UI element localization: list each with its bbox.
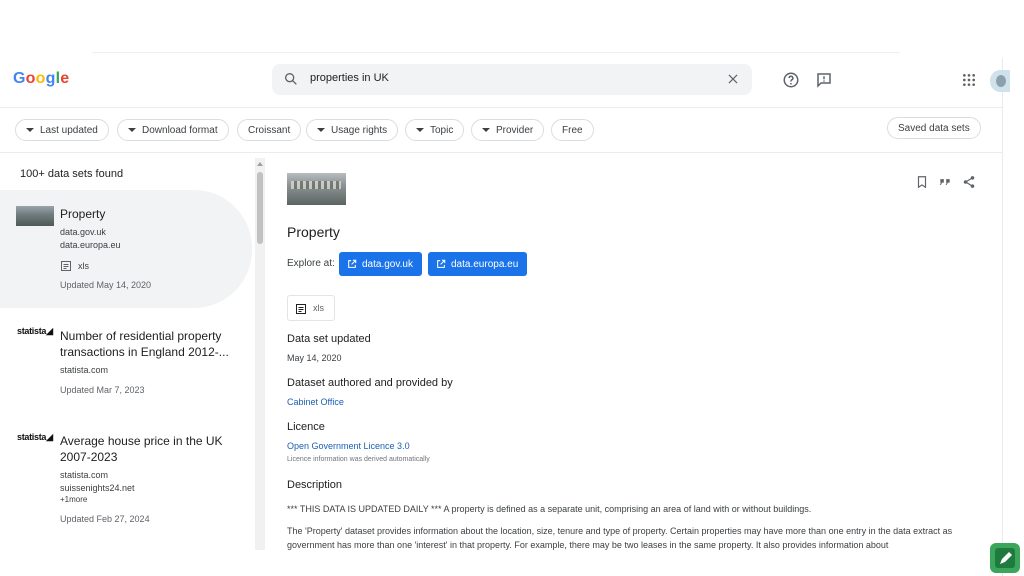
document-icon bbox=[61, 261, 71, 271]
filter-provider[interactable]: Provider bbox=[471, 119, 545, 141]
avatar[interactable] bbox=[990, 70, 1010, 92]
scroll-up-arrow[interactable] bbox=[257, 162, 263, 166]
filter-croissant[interactable]: Croissant bbox=[237, 119, 302, 141]
result-source: statista.com bbox=[60, 470, 109, 480]
filter-free[interactable]: Free bbox=[551, 119, 594, 141]
search-icon[interactable] bbox=[283, 71, 299, 87]
header: Google properties in UK bbox=[0, 58, 1010, 108]
chevron-down-icon bbox=[26, 128, 34, 132]
chevron-down-icon bbox=[128, 128, 136, 132]
dataset-image bbox=[287, 173, 346, 205]
result-source: statista.com bbox=[60, 365, 109, 375]
google-logo[interactable]: Google bbox=[13, 70, 69, 88]
result-source: data.gov.uk bbox=[60, 227, 106, 237]
licence-heading: Licence bbox=[287, 421, 325, 433]
result-updated: Updated Feb 27, 2024 bbox=[60, 514, 150, 524]
chip-label: Provider bbox=[496, 124, 534, 136]
statista-logo: statista◢ bbox=[17, 432, 53, 442]
dataset-title: Property bbox=[287, 224, 340, 240]
format-chip: xls bbox=[287, 295, 335, 321]
logo-letter: o bbox=[25, 70, 36, 87]
bookmark-icon[interactable] bbox=[915, 175, 929, 189]
chip-label: Download format bbox=[142, 124, 218, 136]
chevron-down-icon bbox=[482, 128, 490, 132]
explore-label: Explore at: bbox=[287, 258, 335, 269]
chip-label: Free bbox=[562, 124, 583, 136]
description-heading: Description bbox=[287, 479, 343, 491]
cite-icon[interactable] bbox=[938, 175, 952, 189]
result-item[interactable]: statista◢ Number of residential property… bbox=[0, 320, 252, 410]
result-item[interactable]: Property data.gov.uk data.europa.eu xls … bbox=[0, 190, 252, 308]
result-source: data.europa.eu bbox=[60, 240, 121, 250]
chip-label: Croissant bbox=[248, 124, 291, 136]
filter-last-updated[interactable]: Last updated bbox=[15, 119, 109, 141]
filter-topic[interactable]: Topic bbox=[405, 119, 465, 141]
brand-name: statista bbox=[17, 432, 47, 442]
result-title[interactable]: Property bbox=[60, 206, 238, 222]
logo-letter: g bbox=[45, 70, 56, 87]
external-link-icon bbox=[348, 259, 357, 268]
chip-label: Topic bbox=[430, 124, 454, 136]
result-title[interactable]: Average house price in the UK 2007-2023 bbox=[60, 433, 238, 465]
author-link[interactable]: Cabinet Office bbox=[287, 397, 344, 407]
top-divider bbox=[92, 52, 900, 53]
result-item[interactable]: statista◢ Average house price in the UK … bbox=[0, 426, 252, 536]
statista-logo: statista◢ bbox=[17, 326, 53, 336]
share-icon[interactable] bbox=[962, 175, 976, 189]
scrollbar-thumb[interactable] bbox=[257, 172, 263, 244]
dataset-thumbnail bbox=[16, 206, 54, 226]
button-label: data.gov.uk bbox=[362, 258, 413, 270]
logo-letter: e bbox=[60, 70, 70, 87]
results-count: 100+ data sets found bbox=[20, 168, 124, 180]
logo-letter: G bbox=[13, 70, 26, 87]
brand-name: statista bbox=[17, 326, 47, 336]
author-heading: Dataset authored and provided by bbox=[287, 377, 453, 389]
help-icon[interactable] bbox=[782, 71, 800, 89]
result-title[interactable]: Number of residential property transacti… bbox=[60, 328, 238, 360]
button-label: data.europa.eu bbox=[451, 258, 519, 270]
extension-icon[interactable] bbox=[990, 543, 1020, 573]
chip-label: Last updated bbox=[40, 124, 98, 136]
filter-bar: Last updated Download format Croissant U… bbox=[0, 108, 1003, 153]
feedback-icon[interactable] bbox=[815, 71, 833, 89]
description-paragraph: The 'Property' dataset provides informat… bbox=[287, 526, 953, 550]
pencil-icon bbox=[995, 548, 1015, 568]
more-sources-link[interactable]: +1more bbox=[60, 495, 87, 504]
apps-grid-icon[interactable] bbox=[961, 72, 977, 88]
result-source: suissenights24.net bbox=[60, 483, 135, 493]
description-paragraph: *** THIS DATA IS UPDATED DAILY *** A pro… bbox=[287, 504, 812, 514]
updated-value: May 14, 2020 bbox=[287, 353, 342, 363]
result-format: xls bbox=[78, 261, 89, 271]
filter-usage-rights[interactable]: Usage rights bbox=[306, 119, 399, 141]
search-bar[interactable]: properties in UK bbox=[272, 64, 752, 95]
explore-data-europa-eu-button[interactable]: data.europa.eu bbox=[428, 252, 528, 276]
close-icon[interactable] bbox=[726, 72, 740, 86]
result-updated: Updated Mar 7, 2023 bbox=[60, 385, 145, 395]
result-updated: Updated May 14, 2020 bbox=[60, 280, 152, 290]
logo-letter: o bbox=[35, 70, 46, 87]
external-link-icon bbox=[437, 259, 446, 268]
chevron-down-icon bbox=[416, 128, 424, 132]
chip-label: Saved data sets bbox=[898, 122, 970, 134]
filter-download-format[interactable]: Download format bbox=[117, 119, 229, 141]
saved-data-sets-button[interactable]: Saved data sets bbox=[887, 117, 981, 139]
licence-link[interactable]: Open Government Licence 3.0 bbox=[287, 441, 410, 451]
document-icon bbox=[296, 304, 306, 314]
chevron-down-icon bbox=[317, 128, 325, 132]
licence-note: Licence information was derived automati… bbox=[287, 456, 430, 463]
search-input[interactable]: properties in UK bbox=[310, 72, 389, 84]
chip-label: Usage rights bbox=[331, 124, 388, 136]
explore-data-gov-uk-button[interactable]: data.gov.uk bbox=[339, 252, 422, 276]
updated-heading: Data set updated bbox=[287, 333, 371, 345]
format-label: xls bbox=[313, 303, 324, 313]
results-panel: 100+ data sets found Property data.gov.u… bbox=[0, 154, 268, 576]
